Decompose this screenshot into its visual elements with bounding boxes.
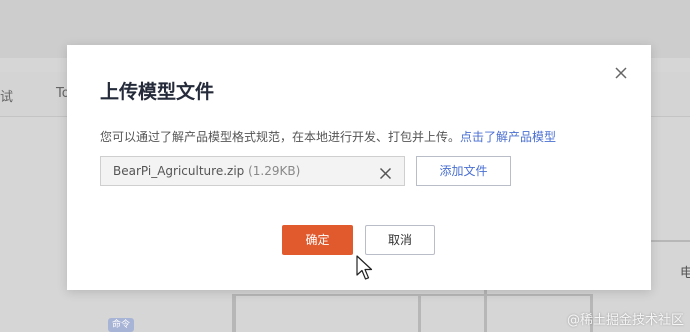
add-file-button[interactable]: 添加文件 (416, 156, 511, 186)
diagram-line (232, 294, 592, 296)
watermark: @稀土掘金技术社区 (566, 313, 684, 328)
selected-file-field: BearPi_Agriculture.zip (1.29KB) (100, 156, 405, 186)
close-icon (615, 67, 627, 79)
mouse-cursor-icon (356, 255, 373, 280)
diagram-line (418, 294, 421, 332)
diagram-line (232, 294, 236, 332)
upload-model-dialog: 上传模型文件 您可以通过了解产品模型格式规范，在本地进行开发、打包并上传。点击了… (67, 45, 651, 290)
dialog-description: 您可以通过了解产品模型格式规范，在本地进行开发、打包并上传。点击了解产品模型 (100, 128, 556, 145)
cancel-button[interactable]: 取消 (365, 225, 435, 255)
dialog-title: 上传模型文件 (100, 81, 215, 103)
background-tab-left: 试 (0, 90, 14, 105)
file-name: BearPi_Agriculture.zip (1.29KB) (113, 164, 300, 178)
file-size: (1.29KB) (248, 164, 301, 178)
remove-file-button[interactable] (379, 165, 392, 180)
background-side-text: 电 (680, 266, 690, 281)
diagram-line (484, 290, 487, 332)
remove-file-icon (379, 167, 392, 180)
background-chip: 命令 (108, 318, 134, 332)
file-name-text: BearPi_Agriculture.zip (113, 164, 245, 178)
product-model-link[interactable]: 点击了解产品模型 (460, 130, 556, 144)
diagram-line (651, 240, 690, 242)
confirm-button[interactable]: 确定 (282, 225, 353, 255)
close-button[interactable] (611, 63, 631, 83)
description-text: 您可以通过了解产品模型格式规范，在本地进行开发、打包并上传。 (100, 130, 461, 144)
